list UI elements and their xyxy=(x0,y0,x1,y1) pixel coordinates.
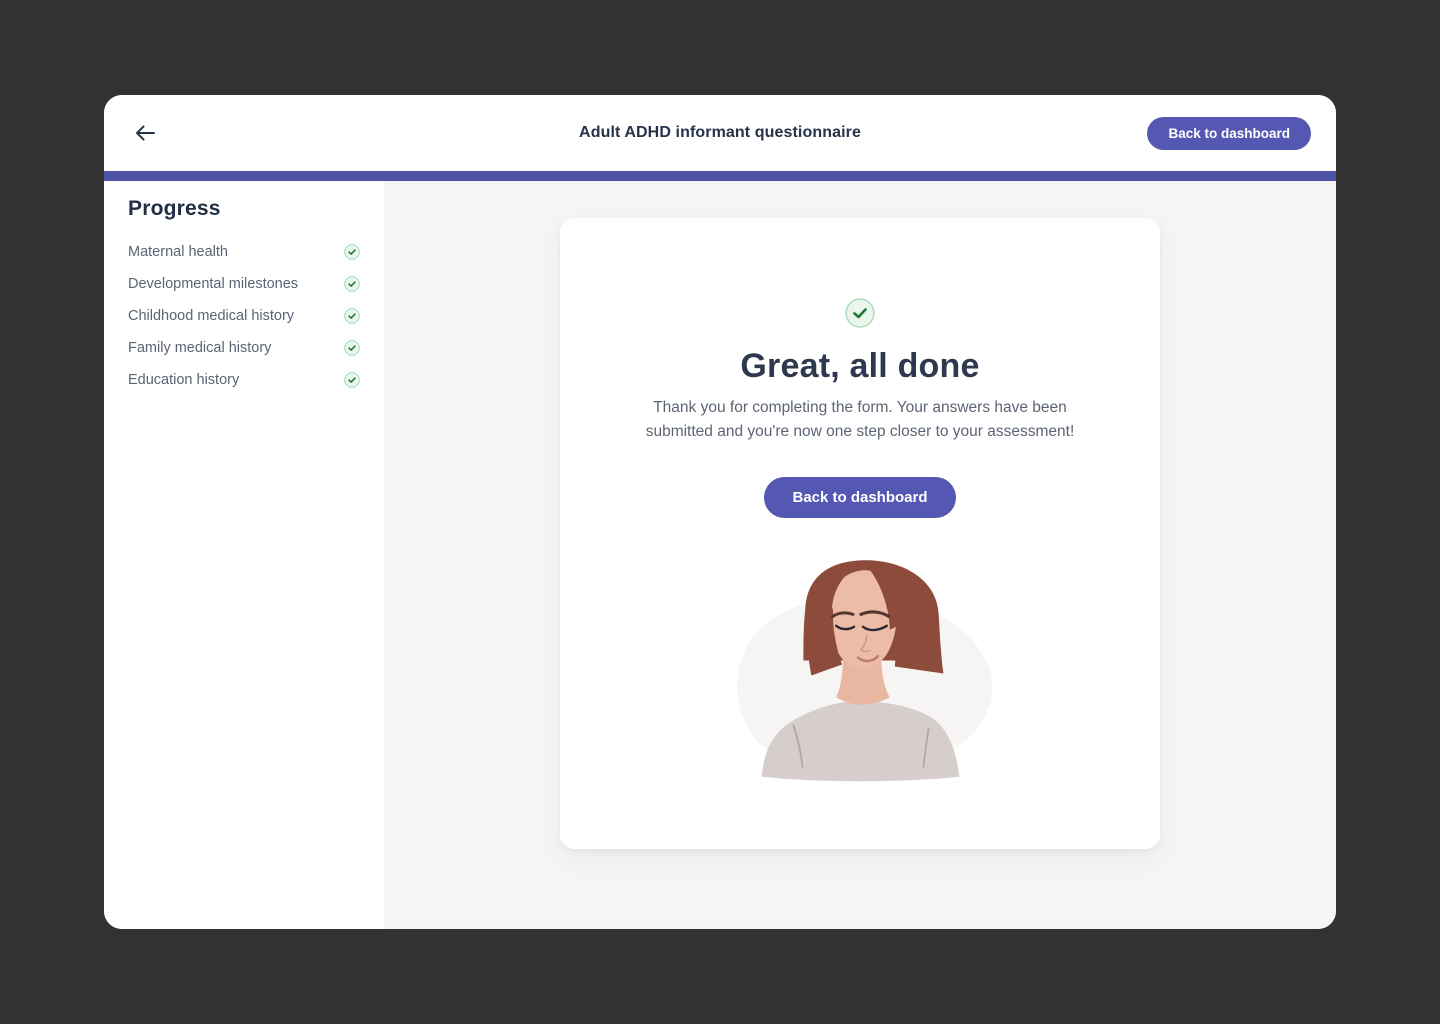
progress-list: Maternal health Developmental milestones… xyxy=(128,241,360,391)
progress-item: Developmental milestones xyxy=(128,273,360,295)
sidebar-heading: Progress xyxy=(128,197,360,221)
progress-item-label: Maternal health xyxy=(128,244,228,260)
progress-item: Education history xyxy=(128,369,360,391)
woman-illustration xyxy=(560,556,1160,788)
progress-item: Family medical history xyxy=(128,337,360,359)
header: Adult ADHD informant questionnaire Back … xyxy=(104,95,1336,171)
progress-sidebar: Progress Maternal health Developmental m… xyxy=(104,181,384,929)
completion-heading: Great, all done xyxy=(560,347,1160,386)
page-title: Adult ADHD informant questionnaire xyxy=(579,124,861,142)
questionnaire-window: Adult ADHD informant questionnaire Back … xyxy=(104,95,1336,929)
check-circle-icon xyxy=(344,308,360,324)
progress-item-label: Education history xyxy=(128,372,239,388)
completion-card: Great, all done Thank you for completing… xyxy=(560,218,1160,849)
accent-bar xyxy=(104,171,1336,181)
back-to-dashboard-button-header[interactable]: Back to dashboard xyxy=(1147,117,1311,150)
check-circle-icon xyxy=(344,276,360,292)
main-area: Great, all done Thank you for completing… xyxy=(384,181,1336,929)
completion-message: Thank you for completing the form. Your … xyxy=(625,396,1095,444)
progress-item: Childhood medical history xyxy=(128,305,360,327)
check-circle-icon xyxy=(344,372,360,388)
arrow-left-icon xyxy=(134,124,156,142)
check-circle-icon xyxy=(344,244,360,260)
check-circle-icon xyxy=(845,298,875,328)
back-button[interactable] xyxy=(129,117,161,149)
progress-item: Maternal health xyxy=(128,241,360,263)
progress-item-label: Childhood medical history xyxy=(128,308,294,324)
back-to-dashboard-button-card[interactable]: Back to dashboard xyxy=(764,477,955,518)
progress-item-label: Family medical history xyxy=(128,340,271,356)
check-circle-icon xyxy=(344,340,360,356)
progress-item-label: Developmental milestones xyxy=(128,276,298,292)
